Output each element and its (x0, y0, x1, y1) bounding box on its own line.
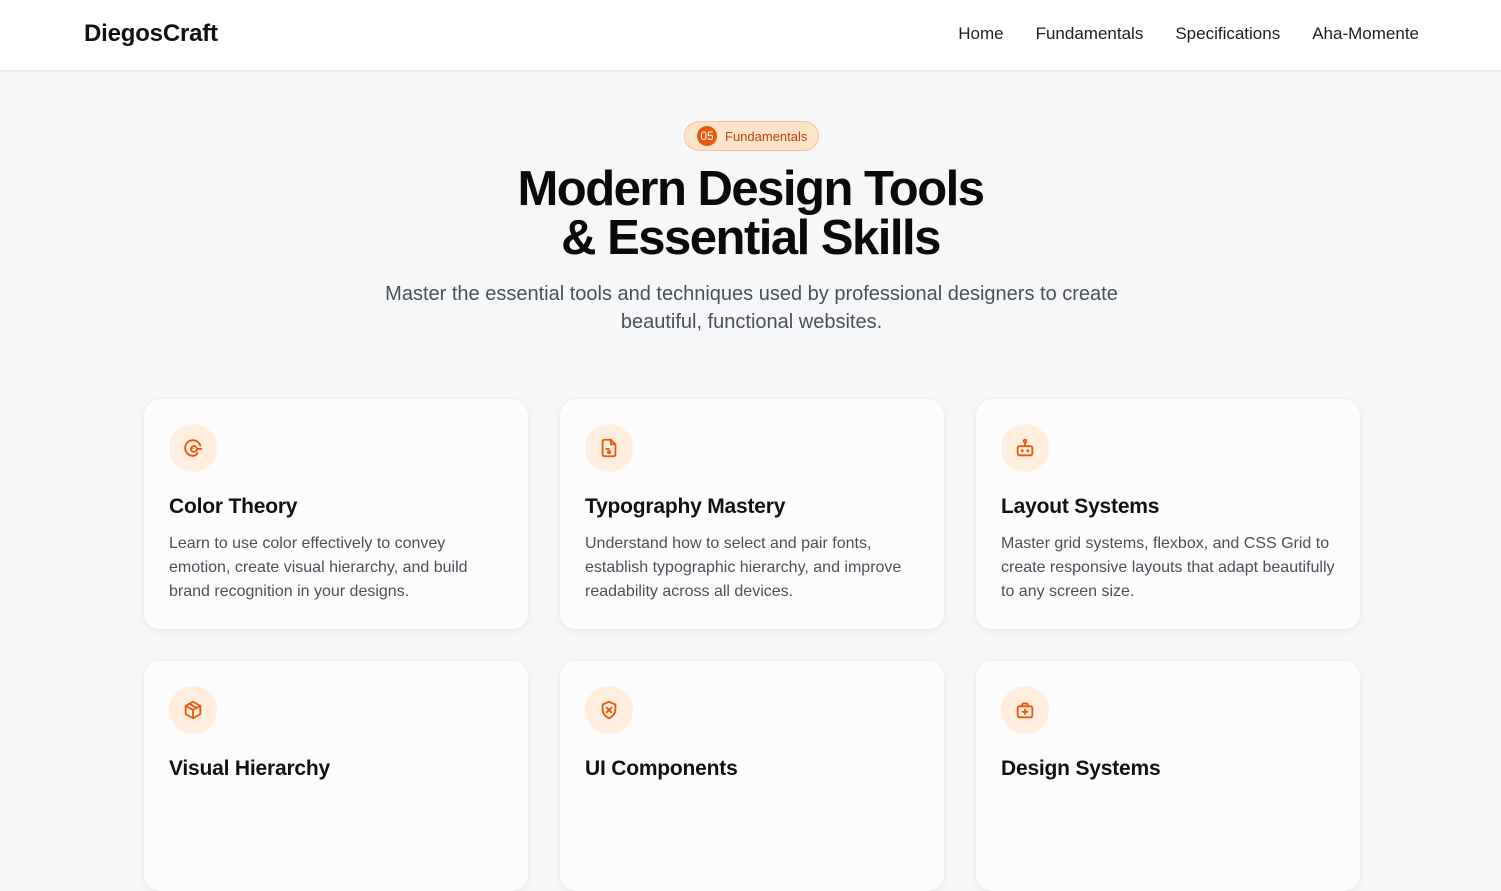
card-description: Understand how to select and pair fonts,… (585, 535, 902, 600)
card-title: Design Systems (1001, 757, 1161, 780)
card-title: Visual Hierarchy (169, 757, 331, 780)
skills-grid: Color Theory Learn to use color effectiv… (144, 399, 1360, 891)
card-ui-components[interactable]: UI Components (560, 661, 944, 891)
shield-x-icon (585, 686, 633, 734)
page-title-line-2: & Essential Skills (561, 211, 941, 265)
card-title: UI Components (585, 757, 738, 780)
card-description: Learn to use color effectively to convey… (169, 535, 468, 600)
page-title: Modern Design Tools & Essential Skills (0, 165, 1501, 263)
main-nav: Home Fundamentals Specifications Aha-Mom… (958, 24, 1419, 44)
card-description: Master grid systems, flexbox, and CSS Gr… (1001, 535, 1335, 600)
page-subtitle: Master the essential tools and technique… (385, 283, 1118, 333)
layout-robot-icon (1001, 424, 1049, 472)
typography-file-icon (585, 424, 633, 472)
badge-number: 05 (697, 126, 717, 146)
card-layout-systems[interactable]: Layout Systems Master grid systems, flex… (976, 399, 1360, 629)
card-title: Color Theory (169, 495, 298, 518)
nav-link-home[interactable]: Home (958, 24, 1003, 44)
card-title: Layout Systems (1001, 495, 1160, 518)
nav-link-fundamentals[interactable]: Fundamentals (1036, 24, 1144, 44)
card-visual-hierarchy[interactable]: Visual Hierarchy (144, 661, 528, 891)
site-header: DiegosCraft Home Fundamentals Specificat… (0, 0, 1501, 71)
section-badge: 05 Fundamentals (684, 121, 819, 151)
cube-icon (169, 686, 217, 734)
card-title: Typography Mastery (585, 495, 786, 518)
kit-plus-icon (1001, 686, 1049, 734)
card-design-systems[interactable]: Design Systems (976, 661, 1360, 891)
card-color-theory[interactable]: Color Theory Learn to use color effectiv… (144, 399, 528, 629)
card-typography-mastery[interactable]: Typography Mastery Understand how to sel… (560, 399, 944, 629)
badge-label: Fundamentals (725, 128, 808, 144)
brand-logo[interactable]: DiegosCraft (84, 20, 218, 48)
page-title-line-1: Modern Design Tools (517, 162, 985, 216)
nav-link-specifications[interactable]: Specifications (1175, 24, 1280, 44)
nav-link-aha-momente[interactable]: Aha-Momente (1312, 24, 1419, 44)
palette-icon (169, 424, 217, 472)
